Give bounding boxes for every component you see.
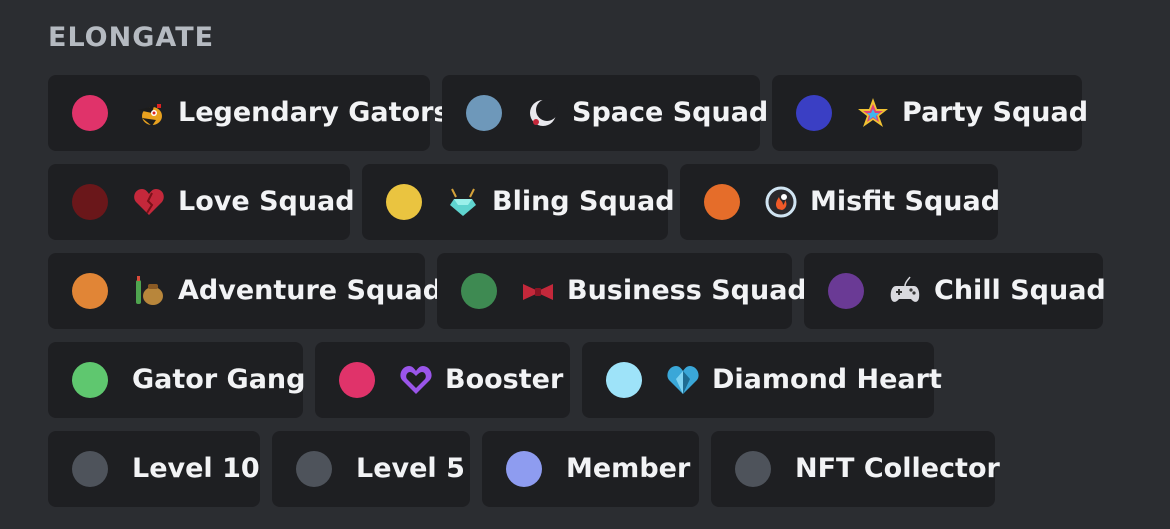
role-label: Space Squad: [572, 97, 769, 128]
role-label: Party Squad: [902, 97, 1089, 128]
pixel-heart-icon: [132, 185, 166, 219]
role-label: Diamond Heart: [712, 364, 942, 395]
role-label: Level 5: [356, 453, 465, 484]
role-color-dot: [828, 273, 864, 309]
role-label: Bling Squad: [492, 186, 675, 217]
role-label: Level 10: [132, 453, 260, 484]
purple-heart-icon: [399, 363, 433, 397]
role-chip[interactable]: Member: [482, 431, 699, 507]
role-label: Adventure Squad: [178, 275, 443, 306]
role-color-dot: [72, 362, 108, 398]
rainbow-star-icon: [856, 96, 890, 130]
role-label: Booster: [445, 364, 564, 395]
fire-orb-icon: [764, 185, 798, 219]
role-row: Legendary Gators Space Squad Party Squad: [48, 75, 1103, 151]
role-color-dot: [72, 451, 108, 487]
role-chip[interactable]: Gator Gang: [48, 342, 306, 418]
role-color-dot: [296, 451, 332, 487]
role-list: Legendary Gators Space Squad Party Squad Lo…: [48, 75, 1106, 520]
role-label: Love Squad: [178, 186, 355, 217]
role-color-dot: [72, 273, 108, 309]
bow-tie-icon: [521, 274, 555, 308]
role-color-dot: [704, 184, 740, 220]
role-chip[interactable]: Legendary Gators: [48, 75, 449, 151]
role-chip[interactable]: Level 10: [48, 431, 260, 507]
role-chip[interactable]: Bling Squad: [362, 164, 675, 240]
role-chip[interactable]: Booster: [315, 342, 570, 418]
role-label: NFT Collector: [795, 453, 1000, 484]
role-color-dot: [461, 273, 497, 309]
role-color-dot: [606, 362, 642, 398]
role-chip[interactable]: NFT Collector: [711, 431, 1000, 507]
diamond-necklace-icon: [446, 185, 480, 219]
role-chip[interactable]: Diamond Heart: [582, 342, 942, 418]
role-label: Member: [566, 453, 691, 484]
game-controller-icon: [888, 274, 922, 308]
role-color-dot: [506, 451, 542, 487]
section-title: ELONGATE: [48, 22, 215, 53]
role-color-dot: [72, 95, 108, 131]
role-chip[interactable]: Love Squad: [48, 164, 355, 240]
role-chip[interactable]: Space Squad: [442, 75, 768, 151]
role-label: Legendary Gators: [178, 97, 450, 128]
backpack-icon: [132, 274, 166, 308]
role-row: Gator Gang Booster Diamond Heart: [48, 342, 1103, 418]
role-row: Adventure Squad Business Squad Chill Squad: [48, 253, 1106, 329]
role-row: Love Squad Bling Squad Misfit Squad: [48, 164, 1103, 240]
role-chip[interactable]: Chill Squad: [804, 253, 1106, 329]
role-color-dot: [72, 184, 108, 220]
diamond-heart-icon: [666, 363, 700, 397]
role-color-dot: [796, 95, 832, 131]
crescent-moon-icon: [526, 96, 560, 130]
role-color-dot: [735, 451, 771, 487]
role-chip[interactable]: Level 5: [272, 431, 470, 507]
role-color-dot: [339, 362, 375, 398]
gator-emoji-icon: [132, 96, 166, 130]
role-label: Chill Squad: [934, 275, 1106, 306]
role-chip[interactable]: Party Squad: [772, 75, 1088, 151]
role-color-dot: [386, 184, 422, 220]
role-label: Gator Gang: [132, 364, 306, 395]
role-color-dot: [466, 95, 502, 131]
role-label: Business Squad: [567, 275, 807, 306]
role-chip[interactable]: Misfit Squad: [680, 164, 1001, 240]
role-label: Misfit Squad: [810, 186, 1001, 217]
role-chip[interactable]: Business Squad: [437, 253, 807, 329]
role-row: Level 10 Level 5 Member NFT Collector: [48, 431, 1103, 507]
role-chip[interactable]: Adventure Squad: [48, 253, 442, 329]
